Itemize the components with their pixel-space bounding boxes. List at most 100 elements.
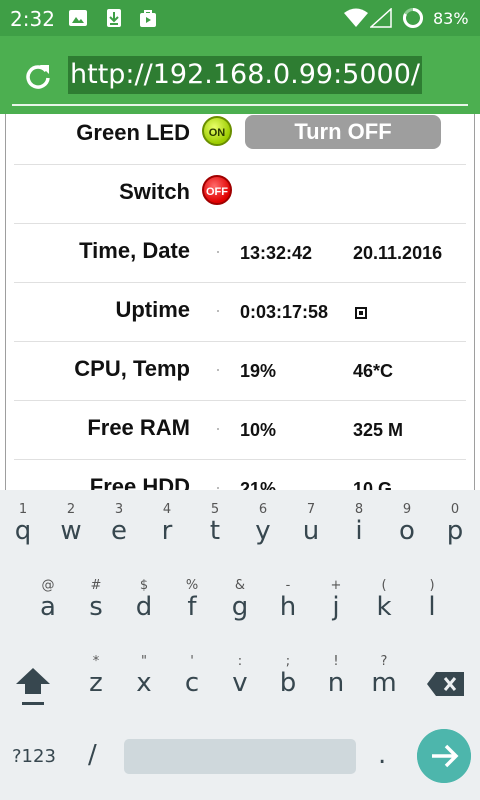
key-hint: # — [90, 578, 102, 593]
cpu-value: 19% — [240, 361, 277, 381]
key-hint: - — [285, 578, 291, 593]
key-x[interactable]: " x — [120, 646, 168, 708]
key-y[interactable]: 6y — [239, 494, 287, 556]
key-hint: % — [185, 578, 199, 593]
key-s[interactable]: # s — [72, 570, 120, 632]
led-off-indicator: OFF — [202, 175, 232, 205]
key-hint: ? — [380, 654, 388, 669]
stop-icon[interactable] — [355, 307, 367, 319]
key-letter: l — [428, 592, 436, 622]
separator-dot — [217, 310, 219, 312]
key-letter: u — [302, 516, 320, 546]
key-e[interactable]: 3e — [95, 494, 143, 556]
key-hint: 7 — [306, 502, 316, 517]
key-w[interactable]: 2w — [47, 494, 95, 556]
key-g[interactable]: & g — [216, 570, 264, 632]
date-value: 20.11.2016 — [353, 243, 443, 263]
key-c[interactable]: ' c — [168, 646, 216, 708]
key-l[interactable]: ) l — [408, 570, 456, 632]
key-q[interactable]: 1q — [0, 494, 47, 556]
battery-icon — [403, 8, 423, 28]
key-hint: 1 — [18, 502, 28, 517]
status-time: 2:32 — [10, 7, 55, 31]
row-label: Green LED — [76, 120, 190, 145]
key-hint: * — [92, 654, 100, 669]
key-hint: + — [330, 578, 342, 593]
separator-dot — [217, 487, 219, 489]
key-hint: 4 — [162, 502, 172, 517]
slash-key[interactable]: / — [88, 740, 97, 770]
key-t[interactable]: 5t — [191, 494, 239, 556]
key-hint: : — [237, 654, 243, 669]
key-letter: e — [111, 516, 127, 546]
key-letter: p — [446, 516, 464, 546]
key-hint: ! — [333, 654, 339, 669]
key-b[interactable]: ; b — [264, 646, 312, 708]
key-letter: b — [279, 668, 297, 698]
key-z[interactable]: * z — [72, 646, 120, 708]
ram-size-value: 325 M — [353, 420, 404, 440]
row-label: Time, Date — [79, 238, 190, 263]
symbols-key[interactable]: ?123 — [12, 746, 56, 767]
reload-icon[interactable] — [24, 62, 52, 90]
soft-keyboard: 1q2w3e4r5t6y7u8i9o0p @ a # s $ d% f & g - h + j(k) l … — [0, 490, 480, 800]
download-icon — [107, 9, 121, 27]
key-letter: a — [40, 592, 56, 622]
cell-signal-icon — [370, 8, 392, 28]
turn-off-button[interactable]: Turn OFF — [245, 115, 441, 149]
key-k[interactable]: (k — [360, 570, 408, 632]
key-hint: 0 — [450, 502, 460, 517]
key-hint: & — [234, 578, 246, 593]
key-hint: " — [141, 654, 147, 669]
key-letter: z — [89, 668, 103, 698]
key-hint: 5 — [210, 502, 220, 517]
separator-dot — [217, 369, 219, 371]
separator-dot — [217, 428, 219, 430]
key-hint: ) — [429, 578, 435, 593]
key-n[interactable]: ! n — [312, 646, 360, 708]
key-hint: $ — [139, 578, 149, 593]
space-bar[interactable] — [124, 739, 356, 774]
shift-icon[interactable] — [14, 664, 52, 708]
key-letter: w — [60, 516, 82, 546]
key-h[interactable]: -h — [264, 570, 312, 632]
url-field[interactable]: http://192.168.0.99:5000/ — [68, 56, 422, 94]
key-d[interactable]: $ d — [120, 570, 168, 632]
status-row-time-date: Time, Date 13:32:42 20.11.2016 — [14, 224, 466, 283]
key-letter: k — [376, 592, 392, 622]
key-letter: q — [14, 516, 32, 546]
key-hint: 2 — [66, 502, 76, 517]
key-a[interactable]: @ a — [24, 570, 72, 632]
key-letter: o — [399, 516, 415, 546]
key-f[interactable]: % f — [168, 570, 216, 632]
key-letter: r — [161, 516, 173, 546]
browser-toolbar: http://192.168.0.99:5000/ — [0, 36, 480, 114]
temp-value: 46*C — [353, 361, 394, 381]
time-value: 13:32:42 — [240, 243, 313, 263]
image-icon — [69, 10, 87, 26]
key-j[interactable]: + j — [312, 570, 360, 632]
key-r[interactable]: 4r — [143, 494, 191, 556]
led-on-indicator: ON — [202, 116, 232, 146]
go-arrow-icon[interactable] — [417, 729, 471, 783]
key-letter: c — [184, 668, 200, 698]
key-u[interactable]: 7u — [287, 494, 335, 556]
row-label: Switch — [119, 179, 190, 204]
web-page[interactable]: Green LED ON Turn OFF Switch OFF Time, D… — [0, 114, 480, 490]
status-bar: 2:32 83% — [0, 0, 480, 36]
key-o[interactable]: 9o — [383, 494, 431, 556]
backspace-icon[interactable] — [426, 670, 466, 698]
key-m[interactable]: ? m — [360, 646, 408, 708]
battery-percent: 83% — [433, 9, 469, 28]
uptime-value: 0:03:17:58 — [240, 302, 329, 322]
key-letter: h — [279, 592, 297, 622]
key-letter: j — [332, 592, 340, 622]
hdd-percent-value: 21% — [240, 479, 277, 490]
key-p[interactable]: 0p — [431, 494, 479, 556]
shopping-bag-icon — [140, 10, 156, 27]
row-label: Free HDD — [89, 474, 190, 490]
key-i[interactable]: 8i — [335, 494, 383, 556]
key-v[interactable]: :v — [216, 646, 264, 708]
key-letter: i — [355, 516, 363, 546]
period-key[interactable]: . — [378, 740, 386, 770]
